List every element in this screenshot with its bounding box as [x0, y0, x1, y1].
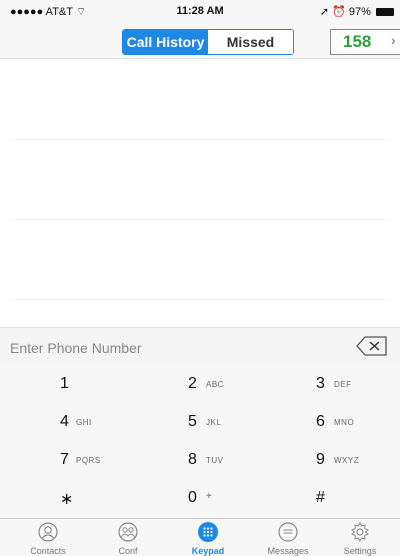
- key-0[interactable]: 0 +: [148, 480, 268, 518]
- header-bar: Call History Missed 158 ›: [0, 22, 400, 59]
- tab-contacts[interactable]: Contacts: [8, 519, 88, 556]
- backspace-icon[interactable]: [356, 336, 388, 356]
- key-8[interactable]: 8 TUV: [148, 442, 268, 480]
- chevron-icon: ›: [391, 32, 396, 48]
- list-divider: [10, 219, 390, 220]
- history-segmented-control: Call History Missed: [122, 29, 294, 55]
- list-divider: [10, 139, 390, 140]
- tab-messages[interactable]: Messages: [248, 519, 328, 556]
- tab-keypad[interactable]: Keypad: [168, 519, 248, 556]
- location-icon: ➚: [319, 6, 330, 18]
- messages-icon: [278, 522, 298, 542]
- key-2[interactable]: 2 ABC: [148, 366, 268, 404]
- list-divider: [10, 299, 390, 300]
- key-star[interactable]: ∗: [20, 480, 140, 518]
- alarm-icon: ⏰: [332, 6, 346, 18]
- tab-missed[interactable]: Missed: [208, 30, 293, 54]
- contacts-icon: [38, 522, 58, 542]
- key-5[interactable]: 5 JKL: [148, 404, 268, 442]
- battery-indicator: ➚ ⏰ 97%: [320, 5, 394, 18]
- key-1[interactable]: 1: [20, 366, 140, 404]
- tab-settings[interactable]: Settings: [320, 519, 400, 556]
- battery-icon: [376, 8, 394, 17]
- phone-number-input[interactable]: [8, 334, 332, 362]
- tab-call-history[interactable]: Call History: [123, 30, 208, 54]
- tab-conf[interactable]: Conf: [88, 519, 168, 556]
- battery-label: 97%: [348, 6, 371, 18]
- keypad-icon: [198, 522, 218, 542]
- counter-value: 158: [343, 32, 372, 51]
- phone-entry-bar: [0, 327, 400, 367]
- tab-bar: Contacts Conf Keypad Messages Settings: [0, 518, 400, 556]
- key-7[interactable]: 7 PQRS: [20, 442, 140, 480]
- call-counter-badge[interactable]: 158 ›: [330, 29, 400, 55]
- dial-keypad: 1 2 ABC 3 DEF 4 GHI 5 JKL 6 MNO 7 PQRS 8…: [0, 366, 400, 518]
- key-6[interactable]: 6 MNO: [276, 404, 396, 442]
- key-3[interactable]: 3 DEF: [276, 366, 396, 404]
- key-4[interactable]: 4 GHI: [20, 404, 140, 442]
- status-bar: ●●●●● AT&T ⌔ 11:28 AM ➚ ⏰ 97%: [0, 0, 400, 22]
- key-hash[interactable]: #: [276, 480, 396, 518]
- key-9[interactable]: 9 WXYZ: [276, 442, 396, 480]
- conference-icon: [118, 522, 138, 542]
- settings-icon: [351, 522, 369, 542]
- call-history-list[interactable]: [0, 59, 400, 327]
